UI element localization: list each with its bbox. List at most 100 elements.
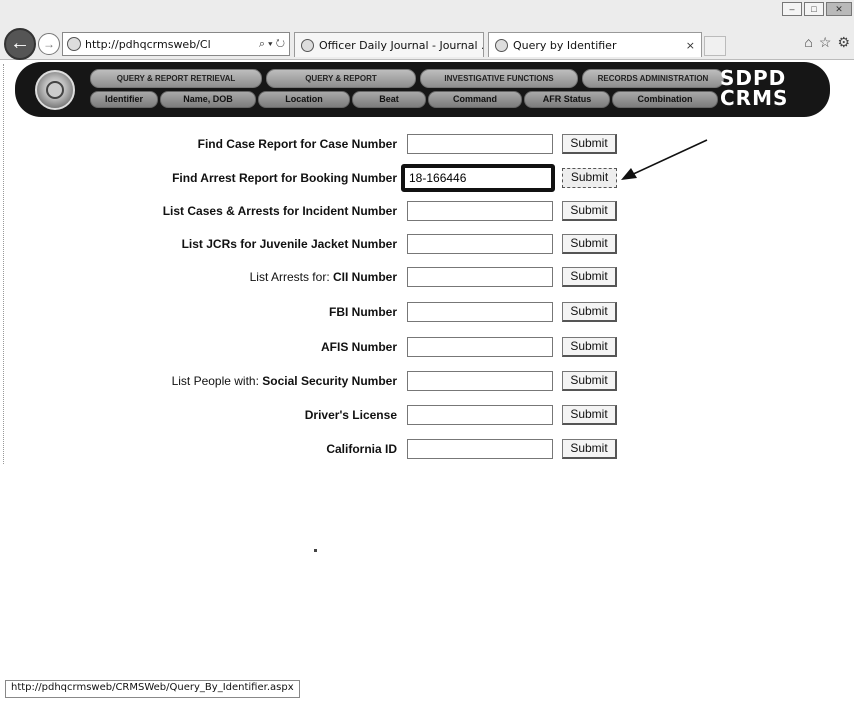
row-label: List Cases & Arrests for Incident Number: [163, 204, 397, 218]
label-text: California ID: [326, 442, 397, 456]
fbi-number-input[interactable]: [407, 302, 553, 322]
label-text: FBI Number: [328, 305, 397, 319]
forward-button[interactable]: →: [38, 33, 60, 55]
tab-officer-daily-journal[interactable]: Officer Daily Journal - Journal ...: [294, 32, 484, 57]
sdpd-crms-logo: SDPD CRMS: [720, 66, 789, 110]
submenu-name-dob[interactable]: Name, DOB: [160, 91, 256, 108]
stray-dot: [314, 549, 317, 552]
row-label: List People with: Social Security Number: [172, 374, 397, 388]
menu-label: Query & Report: [305, 73, 377, 83]
california-id-submit-button[interactable]: Submit: [562, 439, 617, 459]
menu-label: Query & Report Retrieval: [116, 73, 236, 83]
california-id-input[interactable]: [407, 439, 553, 459]
home-icon[interactable]: ⌂: [804, 34, 812, 51]
main-menu: Query & Report Retrieval Query & Report …: [90, 69, 724, 88]
logo-line-sdpd: SDPD: [720, 66, 787, 90]
badge-seal: [46, 81, 64, 99]
ssn-submit-button[interactable]: Submit: [562, 371, 617, 391]
menu-label: Records Administration: [597, 73, 709, 83]
row-label: Find Case Report for Case Number: [198, 137, 397, 151]
cii-number-input[interactable]: [407, 267, 553, 287]
back-arrow-icon: ←: [10, 32, 30, 54]
tab-close-icon[interactable]: ×: [686, 39, 695, 52]
submenu-combination[interactable]: Combination: [612, 91, 718, 108]
incident-number-input[interactable]: [407, 201, 553, 221]
query-row-ssn: List People with: Social Security Number…: [0, 371, 854, 393]
address-search-refresh-icons[interactable]: ⌕ ▾ ↻: [259, 38, 285, 51]
query-row-fbi-number: FBI Number Submit: [0, 302, 854, 324]
drivers-license-submit-button[interactable]: Submit: [562, 405, 617, 425]
juvenile-jacket-submit-button[interactable]: Submit: [562, 234, 617, 254]
menu-query-report-retrieval[interactable]: Query & Report Retrieval: [90, 69, 262, 88]
submenu-beat[interactable]: Beat: [352, 91, 426, 108]
status-bar-url: http://pdhqcrmsweb/CRMSWeb/Query_By_Iden…: [5, 680, 300, 698]
query-row-drivers-license: Driver's License Submit: [0, 405, 854, 427]
tools-gear-icon[interactable]: ⚙: [837, 34, 850, 51]
row-label: Find Arrest Report for Booking Number: [172, 171, 397, 185]
browser-chrome: – □ ✕ ← → http://pdhqcrmsweb/Cl ⌕ ▾ ↻ Of…: [0, 0, 854, 60]
label-text: CII Number: [332, 270, 397, 284]
favorites-star-icon[interactable]: ☆: [819, 34, 832, 51]
afis-number-input[interactable]: [407, 337, 553, 357]
label-text: List Cases & Arrests for Incident Number: [162, 204, 397, 218]
back-button[interactable]: ←: [4, 28, 36, 60]
afis-number-submit-button[interactable]: Submit: [562, 337, 617, 357]
cii-number-submit-button[interactable]: Submit: [562, 267, 617, 287]
page-left-border: [0, 64, 4, 464]
submenu-identifier[interactable]: Identifier: [90, 91, 158, 108]
page-globe-icon: [67, 37, 81, 51]
menu-label: Investigative Functions: [444, 73, 554, 83]
crms-header-banner: Query & Report Retrieval Query & Report …: [15, 62, 830, 117]
maximize-button[interactable]: □: [804, 2, 824, 16]
query-row-california-id: California ID Submit: [0, 439, 854, 461]
tab-page-icon: [301, 38, 314, 52]
ssn-input[interactable]: [407, 371, 553, 391]
label-text: List JCRs for Juvenile Jacket Number: [181, 237, 397, 251]
tab-title: Query by Identifier: [513, 38, 617, 52]
query-row-juvenile-jacket: List JCRs for Juvenile Jacket Number Sub…: [0, 234, 854, 256]
row-label: California ID: [326, 442, 397, 456]
booking-number-input[interactable]: [401, 164, 555, 192]
sub-menu: Identifier Name, DOB Location Beat Comma…: [90, 91, 718, 108]
query-row-afis-number: AFIS Number Submit: [0, 337, 854, 359]
query-row-incident-number: List Cases & Arrests for Incident Number…: [0, 201, 854, 223]
submenu-afr-status[interactable]: AFR Status: [524, 91, 610, 108]
logo-line-crms: CRMS: [720, 86, 789, 110]
row-label: List JCRs for Juvenile Jacket Number: [182, 237, 397, 251]
close-window-button[interactable]: ✕: [826, 2, 852, 16]
menu-query-report[interactable]: Query & Report: [266, 69, 416, 88]
label-text: Find Case Report for Case Number: [197, 137, 397, 151]
case-number-input[interactable]: [407, 134, 553, 154]
drivers-license-input[interactable]: [407, 405, 553, 425]
fbi-number-submit-button[interactable]: Submit: [562, 302, 617, 322]
police-badge-icon: [35, 70, 75, 110]
menu-investigative-functions[interactable]: Investigative Functions: [420, 69, 578, 88]
submenu-location[interactable]: Location: [258, 91, 350, 108]
menu-records-administration[interactable]: Records Administration: [582, 69, 724, 88]
address-url[interactable]: http://pdhqcrmsweb/Cl: [85, 38, 256, 51]
query-row-cii-number: List Arrests for: CII Number Submit: [0, 267, 854, 289]
tab-page-icon: [495, 38, 508, 52]
row-label: Driver's License: [305, 408, 397, 422]
row-label: FBI Number: [329, 305, 397, 319]
juvenile-jacket-input[interactable]: [407, 234, 553, 254]
address-bar[interactable]: http://pdhqcrmsweb/Cl ⌕ ▾ ↻: [62, 32, 290, 56]
tab-query-by-identifier[interactable]: Query by Identifier ×: [488, 32, 702, 57]
tab-title: Officer Daily Journal - Journal ...: [319, 38, 484, 52]
label-text: Find Arrest Report for Booking Number: [172, 171, 397, 185]
booking-number-submit-button[interactable]: Submit: [562, 168, 617, 188]
minimize-button[interactable]: –: [782, 2, 802, 16]
label-text: Driver's License: [304, 408, 397, 422]
label-prefix: List Arrests for:: [249, 270, 333, 284]
case-number-submit-button[interactable]: Submit: [562, 134, 617, 154]
incident-number-submit-button[interactable]: Submit: [562, 201, 617, 221]
toolbar-icons: ⌂ ☆ ⚙: [804, 34, 850, 51]
window-controls: – □ ✕: [782, 2, 852, 16]
row-label: List Arrests for: CII Number: [250, 270, 397, 284]
new-tab-button[interactable]: [704, 36, 726, 56]
submenu-command[interactable]: Command: [428, 91, 522, 108]
forward-arrow-icon: →: [43, 37, 55, 51]
label-text: AFIS Number: [320, 340, 397, 354]
query-row-case-number: Find Case Report for Case Number Submit: [0, 134, 854, 156]
label-prefix: List People with:: [171, 374, 263, 388]
